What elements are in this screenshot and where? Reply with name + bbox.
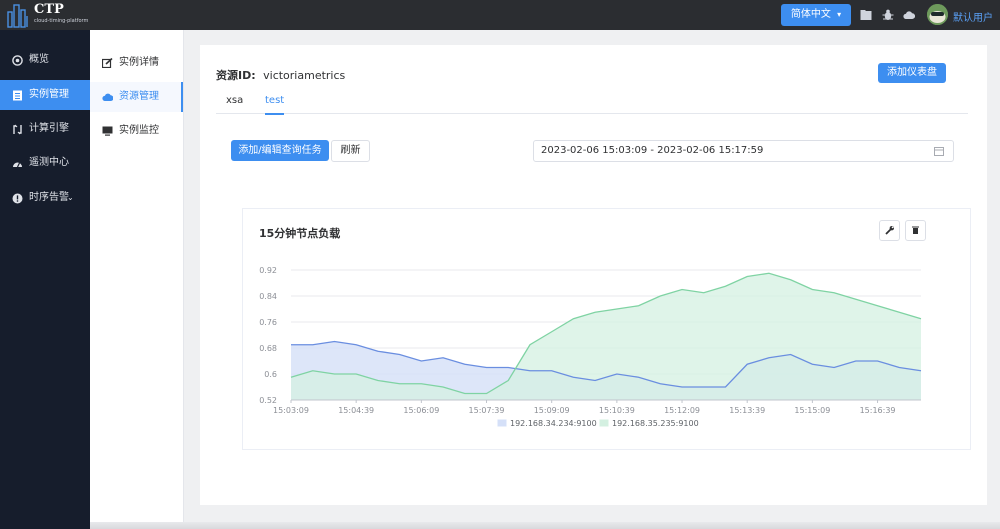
resource-id-label: 资源ID: (216, 69, 256, 82)
edit-icon (102, 58, 113, 68)
alert-icon (12, 193, 23, 204)
refresh-button[interactable]: 刷新 (331, 140, 370, 162)
y-tick-label: 0.6 (264, 370, 277, 379)
subnav-item-label: 实例监控 (119, 125, 159, 136)
user-name[interactable]: 默认用户 (953, 9, 993, 24)
sidebar: 概览 实例管理 计算引擎 遥测中心 时序告警 ⌄ (0, 30, 90, 529)
sidebar-item-overview[interactable]: 概览 (0, 45, 90, 75)
add-dashboard-button[interactable]: 添加仪表盘 (878, 63, 946, 83)
x-tick-label: 15:03:09 (273, 406, 309, 415)
subnav-item-label: 实例详情 (119, 57, 159, 68)
sidebar-item-instance[interactable]: 实例管理 (0, 80, 90, 110)
chart-settings-button[interactable] (879, 220, 900, 241)
avatar[interactable] (927, 4, 948, 25)
date-range-value: 2023-02-06 15:03:09 - 2023-02-06 15:17:5… (541, 145, 764, 156)
chevron-down-icon: ▾ (837, 10, 842, 19)
language-select[interactable]: 简体中文 ▾ (781, 4, 851, 26)
date-range-picker[interactable]: 2023-02-06 15:03:09 - 2023-02-06 15:17:5… (533, 140, 954, 162)
language-label: 简体中文 (790, 9, 831, 20)
x-tick-label: 15:12:09 (664, 406, 700, 415)
sidebar-item-engine[interactable]: 计算引擎 (0, 114, 90, 144)
y-tick-label: 0.84 (259, 292, 277, 301)
cloud-icon[interactable] (903, 9, 915, 21)
cloud-icon (102, 93, 113, 101)
sidebar-item-label: 计算引擎 (29, 123, 69, 134)
resource-tabs: xsa test (216, 91, 968, 115)
x-tick-label: 15:15:09 (794, 406, 830, 415)
chart-card: 15分钟节点负载 0.92 0.84 0.76 0.68 0.6 0.52 15:03:09… (242, 208, 971, 450)
trash-icon (912, 226, 919, 234)
y-tick-label: 0.68 (259, 344, 277, 353)
subnav-item-label: 资源管理 (119, 91, 159, 102)
overview-icon (12, 55, 23, 66)
bottom-scrollbar[interactable] (90, 522, 1000, 529)
sub-navigation: 实例详情 资源管理 实例监控 (90, 30, 184, 529)
x-tick-label: 15:09:09 (534, 406, 570, 415)
y-tick-label: 0.92 (259, 266, 277, 275)
y-tick-label: 0.76 (259, 318, 277, 327)
resource-id: 资源ID: victoriametrics (216, 67, 345, 83)
folder-icon[interactable] (860, 9, 872, 21)
sidebar-item-telemetry[interactable]: 遥测中心 (0, 148, 90, 178)
bug-icon[interactable] (882, 9, 894, 21)
x-tick-label: 15:13:39 (729, 406, 765, 415)
x-tick-label: 15:04:39 (338, 406, 374, 415)
subnav-item-resource-management[interactable]: 资源管理 (90, 82, 183, 112)
x-tick-label: 15:10:39 (599, 406, 635, 415)
sidebar-item-alert[interactable]: 时序告警 ⌄ (0, 183, 90, 213)
instance-icon (13, 90, 22, 101)
top-bar: CTP cloud-timing-platform 简体中文 ▾ 默认用户 (0, 0, 1000, 30)
sidebar-item-label: 遥测中心 (29, 157, 69, 168)
load-chart: 0.92 0.84 0.76 0.68 0.6 0.5215:03:09 15:04:39 1… (259, 266, 922, 428)
logo-title: CTP (34, 2, 64, 17)
telemetry-icon (13, 162, 22, 168)
y-tick-label: 0.52 (259, 396, 277, 405)
monitor-icon (102, 126, 113, 136)
app-logo[interactable]: CTP cloud-timing-platform (6, 2, 90, 28)
chart-delete-button[interactable] (905, 220, 926, 241)
chart-title: 15分钟节点负载 (259, 227, 341, 240)
chevron-down-icon: ⌄ (67, 193, 74, 202)
sidebar-item-label: 实例管理 (29, 89, 69, 100)
legend-label: 192.168.34.234:9100 (510, 419, 597, 428)
legend-label: 192.168.35.235:9100 (612, 419, 699, 428)
legend-swatch (497, 419, 507, 427)
legend-swatch (599, 419, 609, 427)
subnav-item-instance-monitor[interactable]: 实例监控 (90, 116, 183, 146)
avatar-image-icon (927, 4, 948, 25)
tab-test[interactable]: test (265, 95, 285, 115)
logo-buildings-icon (7, 4, 28, 28)
engine-icon (13, 124, 22, 135)
x-tick-label: 15:07:39 (469, 406, 505, 415)
logo-subtitle: cloud-timing-platform (34, 18, 89, 24)
x-tick-label: 15:06:09 (403, 406, 439, 415)
sidebar-item-label: 概览 (29, 54, 49, 65)
wrench-icon (885, 226, 894, 235)
tab-xsa[interactable]: xsa (226, 95, 243, 113)
main-panel: 资源ID: victoriametrics 添加仪表盘 xsa test 添加/… (200, 45, 987, 505)
resource-id-value: victoriametrics (263, 69, 346, 82)
add-query-task-button[interactable]: 添加/编辑查询任务 (231, 140, 329, 161)
sidebar-item-label: 时序告警 (29, 192, 69, 203)
x-tick-label: 15:16:39 (860, 406, 896, 415)
subnav-item-instance-details[interactable]: 实例详情 (90, 48, 183, 78)
calendar-icon (934, 147, 944, 156)
